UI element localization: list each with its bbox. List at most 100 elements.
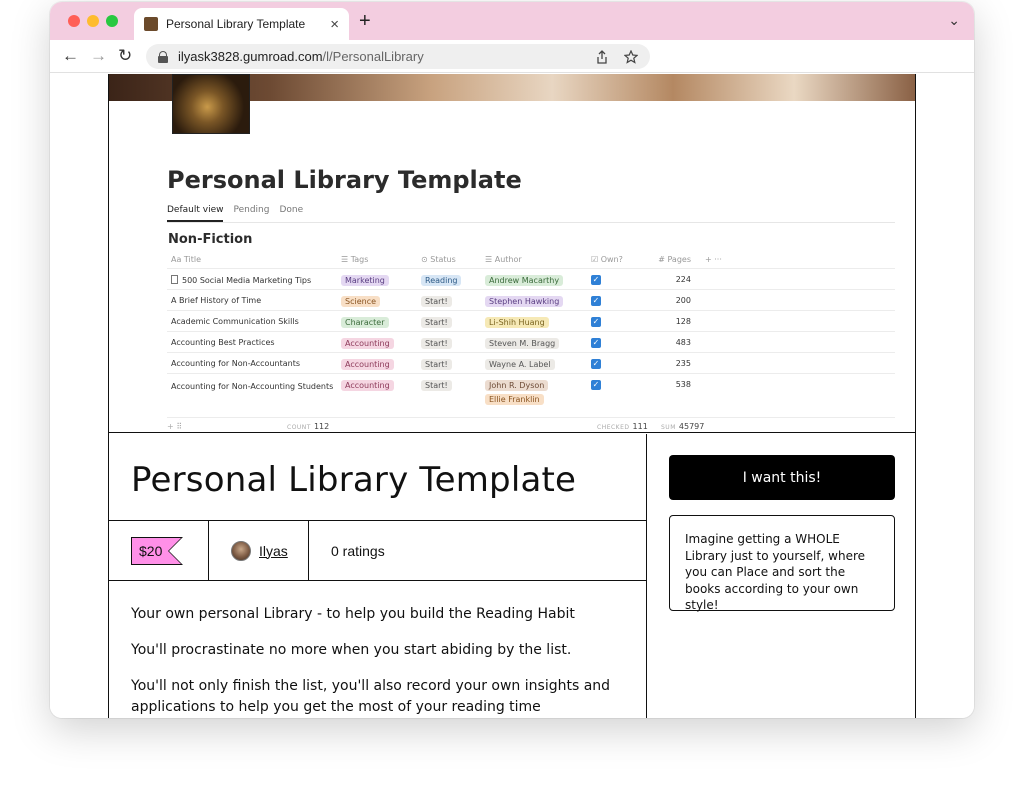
column-add-more: + ··· — [695, 255, 735, 264]
row-title: A Brief History of Time — [171, 296, 262, 305]
minimize-window-button[interactable] — [87, 15, 99, 27]
description-paragraph: You'll procrastinate no more when you st… — [131, 642, 572, 658]
count-value: 112 — [313, 421, 330, 431]
view-tab-done: Done — [279, 205, 304, 215]
section-heading: Non-Fiction — [168, 232, 253, 247]
price-tag: $20 — [131, 536, 184, 565]
count-label: COUNT — [287, 423, 311, 431]
column-header-own: ☑ Own? — [591, 255, 623, 264]
url-host: ilyask3828.gumroad.com — [178, 49, 323, 64]
sum-label: SUM — [661, 423, 676, 431]
author-link[interactable]: Ilyas — [259, 543, 288, 559]
close-tab-icon[interactable]: × — [330, 16, 339, 33]
lock-icon[interactable] — [158, 50, 168, 63]
page-icon-image — [172, 74, 250, 134]
status-pill: Start! — [421, 338, 452, 349]
column-header-tags: ☰ Tags — [341, 255, 369, 264]
notion-page-title: Personal Library Template — [167, 166, 522, 194]
product-info: Personal Library Template $20 Ilyas 0 ra… — [109, 434, 647, 718]
row-pages: 224 — [675, 275, 691, 284]
tag-pill: Accounting — [341, 338, 394, 349]
browser-toolbar: ← → ↻ ilyask3828.gumroad.com/l/PersonalL… — [50, 40, 974, 73]
product-title: Personal Library Template — [131, 460, 577, 500]
forward-arrow-icon[interactable]: → — [90, 46, 107, 66]
checkbox-checked-icon: ✓ — [591, 275, 601, 285]
product-summary: Imagine getting a WHOLE Library just to … — [669, 515, 895, 612]
tag-pill: Science — [341, 296, 381, 307]
tab-bar: Personal Library Template × + ⌄ — [50, 2, 974, 40]
row-pages: 235 — [675, 359, 691, 368]
sum-value: 45797 — [678, 421, 705, 431]
favicon-icon — [144, 17, 158, 31]
table-row: 500 Social Media Marketing Tips Marketin… — [167, 269, 895, 290]
more-icon: ··· — [714, 255, 722, 264]
tag-pill: Marketing — [341, 275, 389, 286]
add-row-icon: + ⠿ — [167, 421, 183, 431]
row-pages: 200 — [675, 296, 691, 305]
status-pill: Reading — [421, 275, 462, 286]
author-pill: Andrew Macarthy — [485, 275, 564, 286]
checkbox-checked-icon: ✓ — [591, 296, 601, 306]
close-window-button[interactable] — [68, 15, 80, 27]
table-row: Academic Communication Skills Character … — [167, 311, 895, 332]
checkbox-checked-icon: ✓ — [591, 380, 601, 390]
notion-table: Aa Title ☰ Tags ⊙ Status ☰ Author ☑ Own?… — [167, 251, 895, 432]
status-pill: Start! — [421, 359, 452, 370]
table-row: Accounting for Non-Accounting Students A… — [167, 374, 895, 418]
checkbox-checked-icon: ✓ — [591, 359, 601, 369]
tab-title: Personal Library Template — [166, 17, 306, 31]
column-header-title: Aa Title — [171, 255, 202, 264]
status-pill: Start! — [421, 380, 452, 391]
product-meta: $20 Ilyas 0 ratings — [109, 520, 647, 581]
tab-menu-chevron-icon[interactable]: ⌄ — [948, 12, 960, 29]
row-title: Accounting Best Practices — [171, 338, 275, 347]
table-header: Aa Title ☰ Tags ⊙ Status ☰ Author ☑ Own?… — [167, 251, 895, 269]
tag-pill: Character — [341, 317, 389, 328]
author-pill: Li-Shih Huang — [485, 317, 549, 328]
row-pages: 483 — [675, 338, 691, 347]
table-row: A Brief History of Time Science Start! S… — [167, 290, 895, 311]
document-icon — [171, 275, 178, 284]
share-icon[interactable] — [596, 49, 608, 64]
new-tab-icon[interactable]: + — [359, 10, 371, 33]
product-description: Your own personal Library - to help you … — [131, 604, 631, 718]
row-pages: 538 — [675, 380, 691, 389]
avatar — [231, 540, 251, 561]
status-pill: Start! — [421, 296, 452, 307]
row-title: Accounting for Non-Accountants — [171, 359, 300, 368]
maximize-window-button[interactable] — [106, 15, 118, 27]
row-title: Accounting for Non-Accounting Students — [171, 382, 334, 391]
browser-window: Personal Library Template × + ⌄ ← → ↻ il… — [50, 2, 974, 718]
product-frame: Personal Library Template Default view P… — [108, 74, 916, 718]
address-bar[interactable]: ilyask3828.gumroad.com/l/PersonalLibrary — [146, 44, 650, 69]
tag-pill: Accounting — [341, 380, 394, 391]
page-content: Personal Library Template Default view P… — [50, 74, 974, 718]
url-path: /l/PersonalLibrary — [322, 49, 424, 64]
author-cell: Ilyas — [209, 521, 309, 580]
reload-icon[interactable]: ↻ — [118, 46, 132, 66]
status-pill: Start! — [421, 317, 452, 328]
table-footer: + ⠿ COUNT 112 CHECKED 111 SUM 45797 — [167, 418, 895, 432]
row-pages: 128 — [675, 317, 691, 326]
ratings: 0 ratings — [331, 542, 385, 559]
author-pill: Ellie Franklin — [485, 394, 544, 405]
star-icon[interactable] — [624, 49, 638, 64]
buy-button[interactable]: I want this! — [669, 455, 895, 500]
back-arrow-icon[interactable]: ← — [62, 46, 79, 66]
author-pill: Wayne A. Label — [485, 359, 555, 370]
price: $20 — [139, 542, 163, 559]
author-pill: John R. Dyson — [485, 380, 549, 391]
view-tab-default: Default view — [167, 205, 224, 222]
description-paragraph: You'll not only finish the list, you'll … — [131, 678, 611, 715]
column-header-pages: # Pages — [658, 255, 691, 264]
checkbox-checked-icon: ✓ — [591, 317, 601, 327]
description-paragraph: Your own personal Library - to help you … — [131, 606, 575, 622]
divider — [167, 222, 895, 223]
table-row: Accounting for Non-Accountants Accountin… — [167, 353, 895, 374]
checked-label: CHECKED — [597, 423, 630, 431]
column-header-status: ⊙ Status — [421, 255, 456, 264]
add-column-icon: + — [705, 255, 712, 264]
purchase-panel: I want this! Imagine getting a WHOLE Lib… — [647, 434, 915, 718]
table-row: Accounting Best Practices Accounting Sta… — [167, 332, 895, 353]
browser-tab[interactable]: Personal Library Template × — [134, 8, 349, 40]
